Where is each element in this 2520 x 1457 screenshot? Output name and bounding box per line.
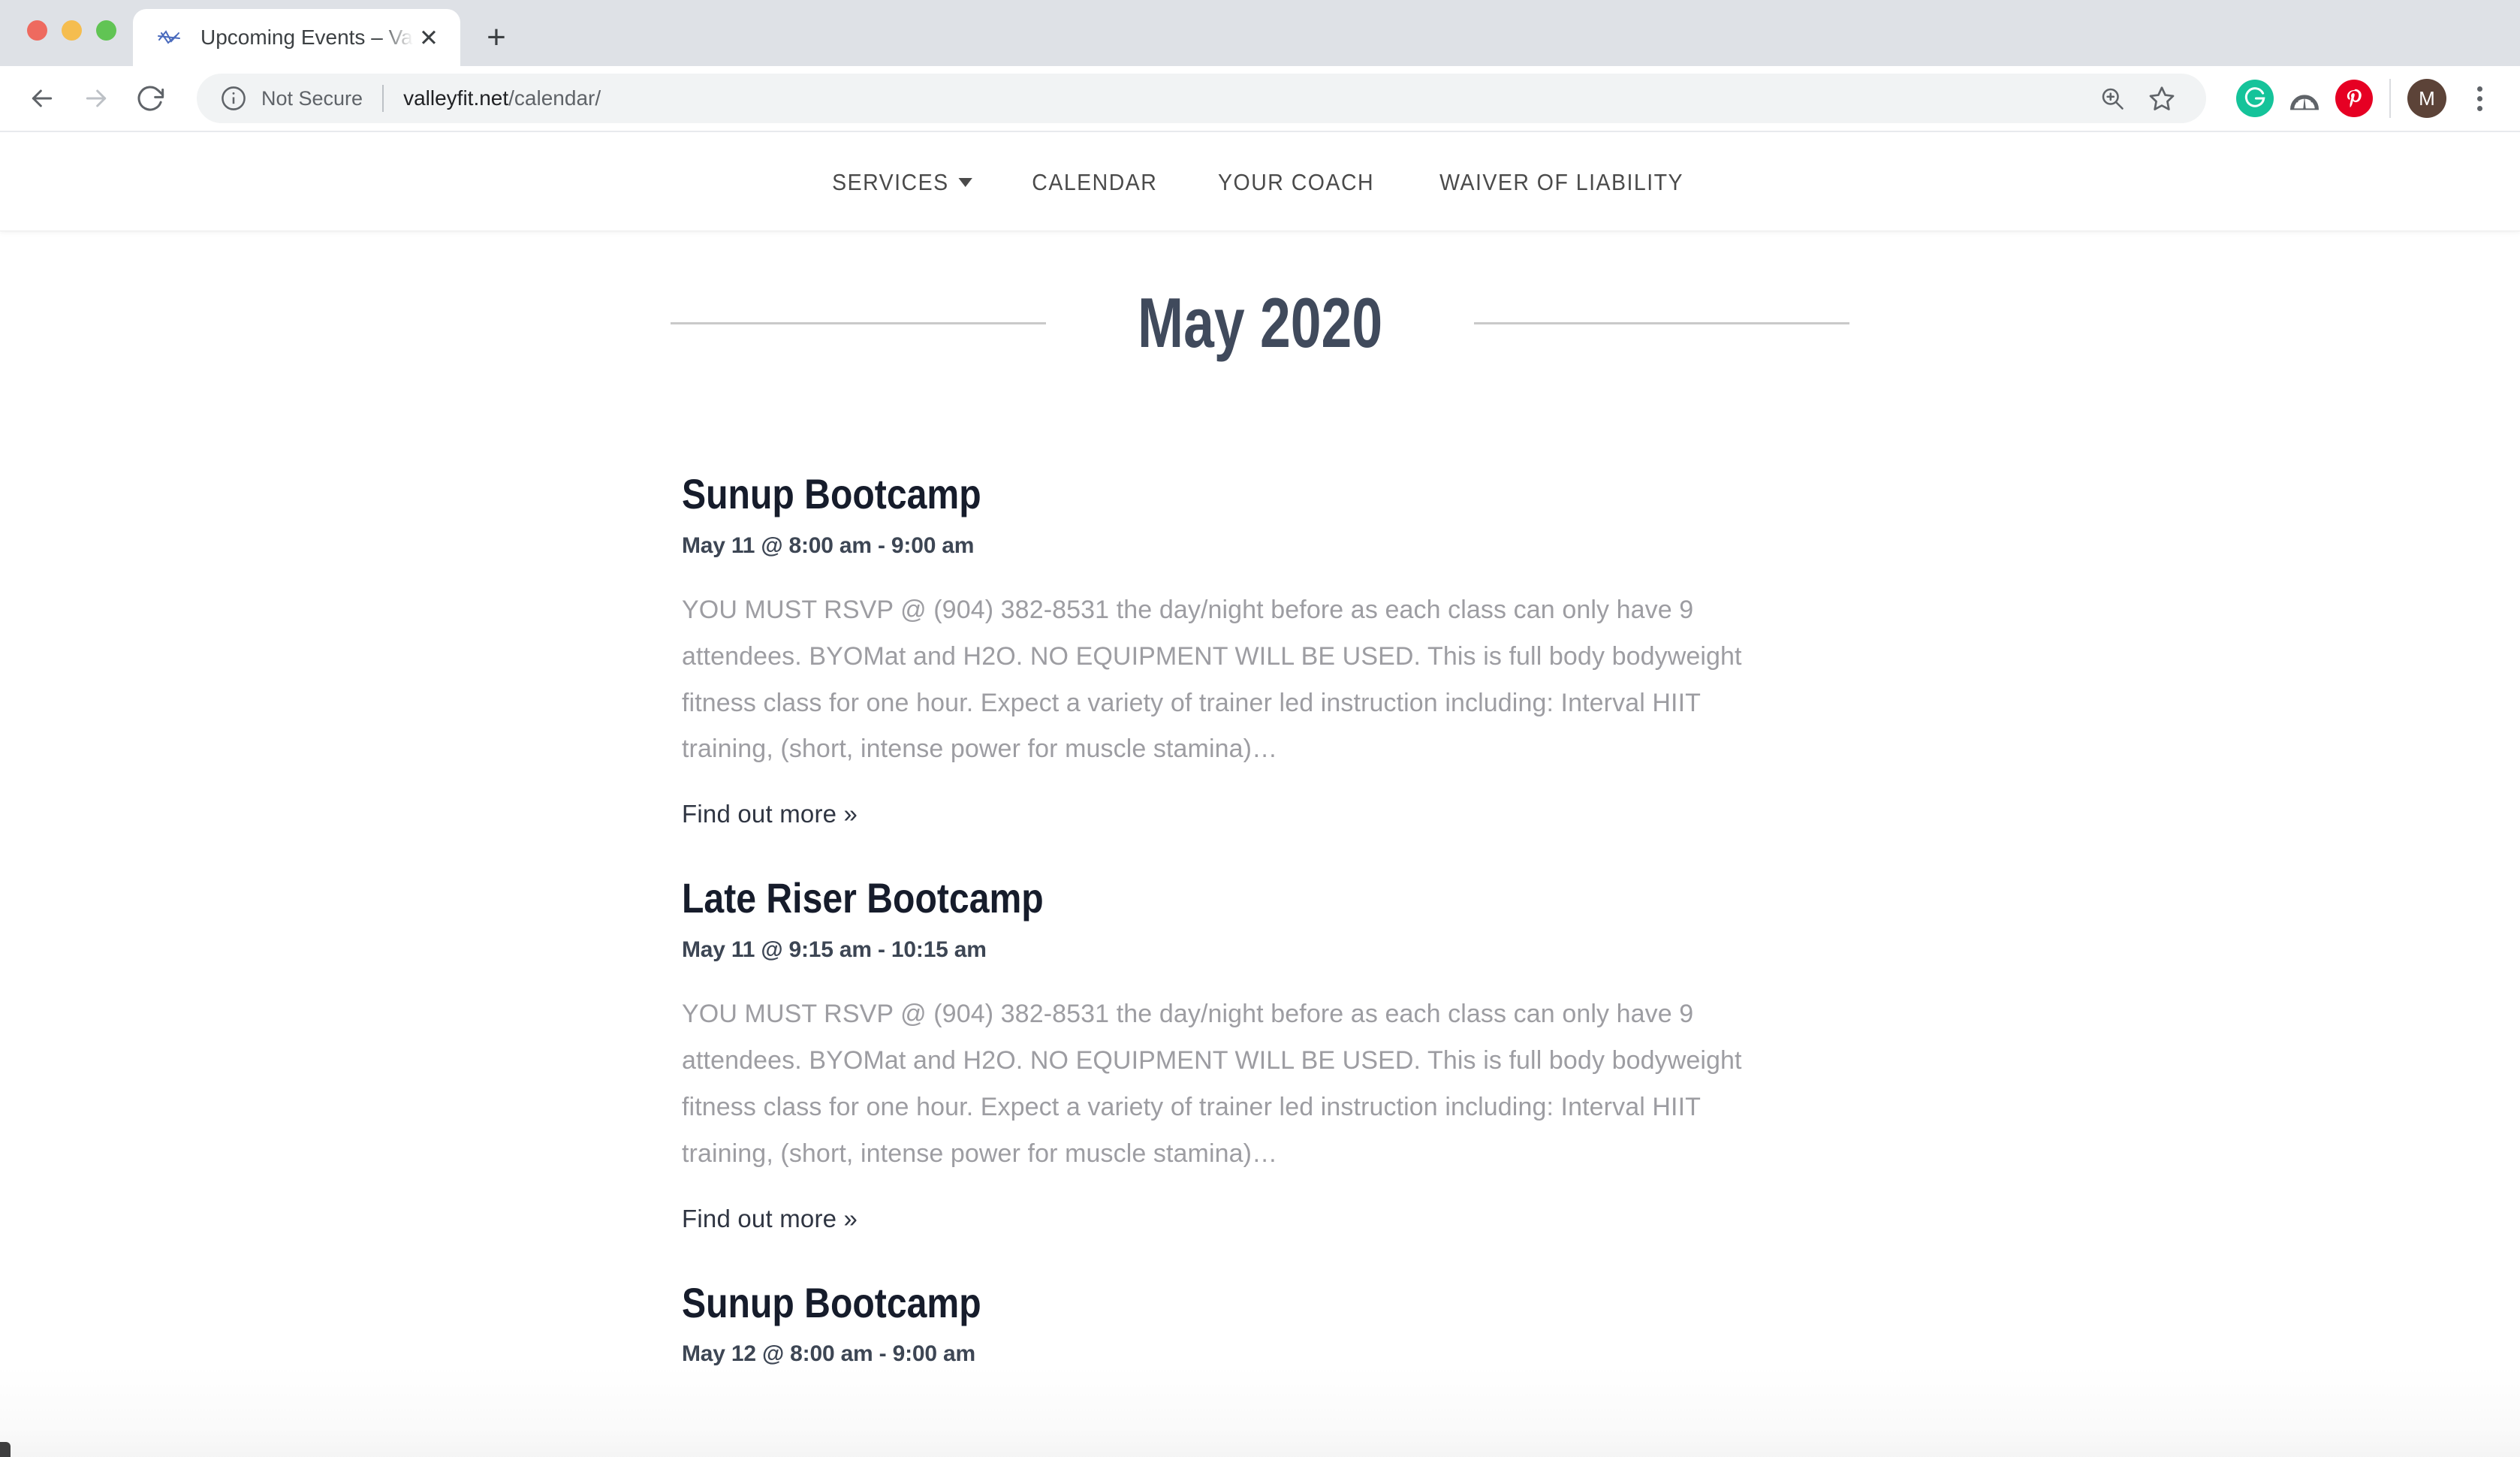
pinterest-extension-icon[interactable] (2335, 80, 2373, 117)
event-description: YOU MUST RSVP @ (904) 382-8531 the day/n… (682, 595, 1742, 764)
maximize-window-button[interactable] (96, 20, 116, 41)
close-window-button[interactable] (27, 20, 47, 41)
event-title[interactable]: Sunup Bootcamp (682, 1281, 1611, 1326)
nav-label-services: SERVICES (832, 168, 949, 195)
event-item: Sunup Bootcamp May 12 @ 8:00 am - 9:00 a… (682, 1281, 1763, 1368)
address-bar[interactable]: Not Secure valleyfit.net/calendar/ (197, 74, 2206, 123)
event-title[interactable]: Sunup Bootcamp (682, 472, 1611, 517)
bookmark-star-icon[interactable] (2140, 77, 2184, 120)
security-status-label: Not Secure (261, 86, 363, 110)
address-bar-actions (2090, 77, 2184, 120)
events-list: Sunup Bootcamp May 11 @ 8:00 am - 9:00 a… (682, 472, 1763, 1367)
page-title: May 2020 (1137, 283, 1383, 362)
event-title[interactable]: Late Riser Bootcamp (682, 876, 1611, 921)
address-bar-content: Not Secure valleyfit.net/calendar/ (219, 84, 2090, 113)
back-icon[interactable] (15, 71, 69, 125)
valley-fit-favicon (155, 24, 182, 51)
find-out-more-link[interactable]: Find out more » (682, 1205, 1763, 1233)
new-tab-button[interactable]: + (474, 15, 519, 60)
url-host: valleyfit.net (403, 86, 509, 110)
zoom-in-icon[interactable] (2090, 77, 2134, 120)
event-date: May 11 @ 9:15 am - 10:15 am (682, 937, 987, 963)
grammarly-extension-icon[interactable] (2236, 80, 2274, 117)
nav-item-services[interactable]: SERVICES (810, 169, 995, 196)
month-rule-left (670, 321, 1046, 324)
event-description: YOU MUST RSVP @ (904) 382-8531 the day/n… (682, 1000, 1742, 1168)
reload-icon[interactable] (123, 71, 177, 125)
profile-avatar[interactable]: M (2407, 79, 2446, 118)
forward-icon[interactable] (69, 71, 123, 125)
address-bar-divider (382, 85, 384, 112)
event-item: Sunup Bootcamp May 11 @ 8:00 am - 9:00 a… (682, 472, 1763, 828)
site-header: SERVICES CALENDAR YOUR COACH WAIVER OF L… (0, 134, 2520, 231)
nav-item-your-coach[interactable]: YOUR COACH (1195, 169, 1396, 196)
page-bottom-fade (0, 1367, 2520, 1457)
chrome-menu-icon[interactable] (2457, 76, 2502, 121)
tab-title: Upcoming Events – Valley Fit S (200, 26, 414, 49)
info-circle-icon[interactable] (219, 84, 248, 113)
nav-item-waiver-of-liability[interactable]: WAIVER OF LIABILITY (1418, 169, 1706, 196)
browser-tab[interactable]: Upcoming Events – Valley Fit S ✕ (133, 9, 460, 66)
event-date: May 12 @ 8:00 am - 9:00 am (682, 1341, 975, 1367)
minimize-window-button[interactable] (62, 20, 82, 41)
event-item: Late Riser Bootcamp May 11 @ 9:15 am - 1… (682, 876, 1763, 1232)
toolbar-divider (2389, 79, 2391, 118)
speedometer-extension-icon[interactable] (2286, 80, 2323, 117)
find-out-more-link[interactable]: Find out more » (682, 800, 1763, 828)
url-text: valleyfit.net/calendar/ (403, 86, 601, 110)
event-spacer (682, 828, 1763, 876)
chevron-down-icon (958, 177, 972, 187)
event-date: May 11 @ 8:00 am - 9:00 am (682, 532, 975, 558)
month-rule-right (1474, 321, 1850, 324)
page-viewport: SERVICES CALENDAR YOUR COACH WAIVER OF L… (0, 134, 2520, 1457)
window-controls (0, 20, 116, 66)
browser-toolbar: Not Secure valleyfit.net/calendar/ M (0, 66, 2520, 132)
browser-window: Upcoming Events – Valley Fit S ✕ + Not S… (0, 0, 2520, 1457)
url-path: /calendar/ (508, 86, 601, 110)
month-header: May 2020 (0, 282, 2520, 363)
extension-icons (2236, 80, 2373, 117)
scrollbar-indicator[interactable] (0, 1442, 11, 1457)
tab-strip: Upcoming Events – Valley Fit S ✕ + (0, 0, 2520, 66)
site-navigation: SERVICES CALENDAR YOUR COACH WAIVER OF L… (802, 169, 1718, 196)
event-spacer (682, 1233, 1763, 1281)
nav-item-calendar[interactable]: CALENDAR (1010, 169, 1180, 196)
close-tab-icon[interactable]: ✕ (414, 23, 444, 53)
